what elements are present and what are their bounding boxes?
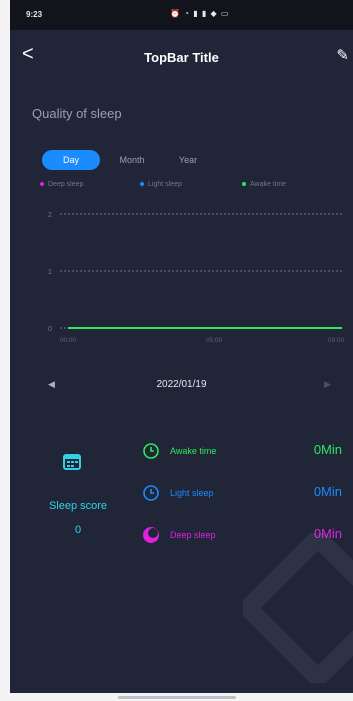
phone-screen: 9:23 ⏰ ◔ ▮ ▮ ◆ ▭ < TopBar Title ✎ Qualit… (10, 0, 353, 693)
stat-value: 0Min (313, 442, 342, 457)
status-icons: ⏰ ◔ ▮ ▮ ◆ ▭ (170, 9, 230, 18)
tab-month[interactable]: Month (108, 150, 156, 170)
y-tick-label: 0 (48, 326, 52, 333)
watermark-shape (243, 533, 353, 683)
x-tick-label: 09:00 (328, 337, 345, 344)
sleep-chart: 2 1 0 00:00 05:00 09:00 (48, 212, 345, 344)
clock-icon (143, 485, 159, 501)
legend-light-sleep: Light sleep (140, 181, 182, 188)
section-title: Quality of sleep (32, 106, 122, 121)
legend-awake-time: Awake time (242, 181, 286, 188)
legend-label: Awake time (250, 181, 287, 188)
status-bar: 9:23 ⏰ ◔ ▮ ▮ ◆ ▭ (10, 0, 353, 30)
deep-sleep-dot (40, 182, 44, 187)
stat-label: Awake time (170, 446, 217, 456)
y-tick-label: 1 (48, 269, 52, 276)
page-title: TopBar Title (144, 50, 219, 65)
stat-light-sleep: Light sleep 0Min (142, 484, 352, 504)
x-tick-label: 05:00 (206, 337, 223, 344)
clock-icon (143, 443, 159, 459)
y-tick-label: 2 (48, 212, 52, 219)
home-indicator[interactable] (118, 696, 236, 699)
status-time: 9:23 (26, 10, 43, 19)
calendar-icon[interactable] (63, 452, 81, 470)
x-tick-label: 00:00 (60, 337, 77, 344)
top-bar: < TopBar Title ✎ (10, 30, 353, 82)
light-sleep-dot (140, 182, 144, 187)
tab-year[interactable]: Year (168, 150, 208, 170)
sleep-score-label: Sleep score (48, 500, 108, 512)
awake-time-dot (242, 182, 246, 187)
sleep-score-value: 0 (74, 524, 82, 536)
legend-label: Deep sleep (48, 181, 84, 188)
stat-value: 0Min (313, 484, 342, 499)
legend-deep-sleep: Deep sleep (40, 181, 83, 188)
current-date: 2022/01/19 (156, 379, 207, 390)
date-navigator: ◀ 2022/01/19 ▶ (10, 376, 353, 396)
tab-day[interactable]: Day (42, 150, 100, 170)
stat-awake-time: Awake time 0Min (142, 442, 352, 462)
next-date-button[interactable]: ▶ (324, 379, 331, 390)
moon-icon (143, 527, 159, 543)
legend-label: Light sleep (148, 181, 182, 188)
stat-label: Light sleep (170, 488, 214, 498)
stat-label: Deep sleep (170, 530, 216, 540)
edit-button[interactable]: ✎ (336, 46, 349, 64)
